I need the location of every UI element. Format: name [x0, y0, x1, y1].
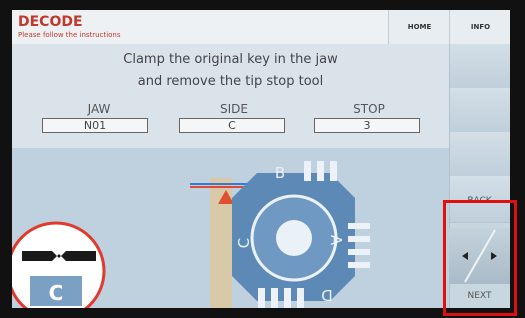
jaw-illustration: B A D C C: [12, 161, 370, 308]
info-button[interactable]: INFO: [449, 10, 510, 44]
right-panel-segment-1: [450, 44, 510, 89]
page-subtitle: Please follow the instructions: [18, 31, 121, 39]
instruction-panel: Clamp the original key in the jaw and re…: [12, 44, 449, 148]
device-screen: DECODE Please follow the instructions HO…: [12, 10, 510, 308]
jaw-label: JAW: [87, 102, 111, 116]
jaw-letter-c: C: [235, 238, 253, 248]
stop-value: 3: [314, 118, 420, 133]
home-button[interactable]: HOME: [388, 10, 450, 44]
inset-side-letter: C: [49, 281, 64, 305]
highlight-box: [443, 200, 517, 316]
clamp-diagram: B A D C C: [12, 148, 449, 308]
instruction-line-1: Clamp the original key in the jaw: [123, 52, 338, 67]
right-panel-segment-3: [450, 132, 510, 177]
jaw-letter-d: D: [321, 286, 333, 304]
jaw-value: N01: [42, 118, 148, 133]
right-panel-segment-2: [450, 88, 510, 133]
jaw-letter-a: A: [327, 235, 345, 246]
stop-label: STOP: [353, 102, 385, 116]
jaw-letter-b: B: [275, 164, 285, 182]
side-value: C: [179, 118, 285, 133]
page-title: DECODE: [18, 14, 83, 30]
instruction-line-2: and remove the tip stop tool: [137, 74, 324, 89]
side-label: SIDE: [220, 102, 248, 116]
header-bar: DECODE Please follow the instructions HO…: [12, 10, 510, 45]
